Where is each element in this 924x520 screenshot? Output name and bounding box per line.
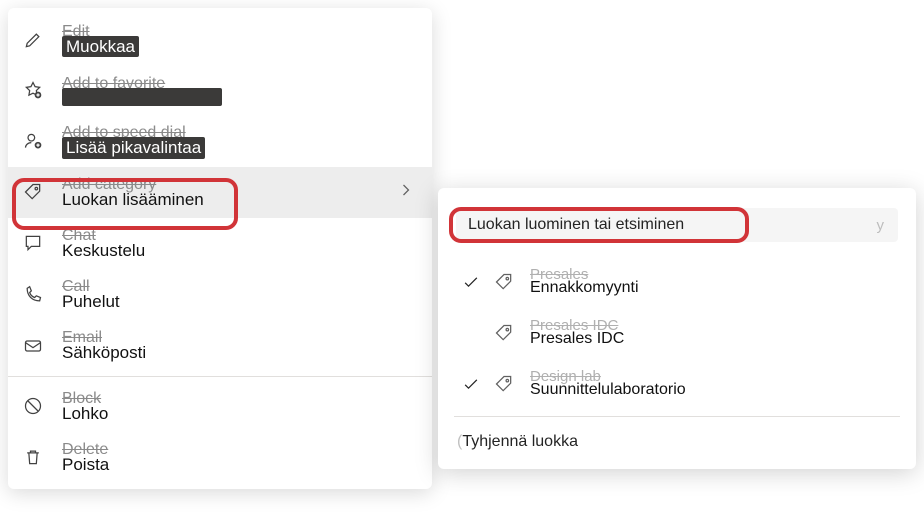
- menu-item-email[interactable]: Email Sähköposti: [8, 320, 432, 371]
- menu-label-translated: Luokan lisääminen: [62, 189, 204, 210]
- category-translated: Ennakkomyynti: [530, 278, 639, 297]
- checkmark-icon: [460, 272, 482, 292]
- menu-label-translated: Puhelut: [62, 291, 120, 312]
- category-submenu: Luokan luominen tai etsiminen y Presales…: [438, 188, 916, 469]
- menu-label-translated: Lohko: [62, 403, 108, 424]
- phone-icon: [22, 284, 44, 306]
- menu-item-edit[interactable]: Edit Muokkaa: [8, 14, 432, 65]
- category-translated: Suunnittelulaboratorio: [530, 380, 686, 399]
- menu-item-add-category[interactable]: Add category Luokan lisääminen: [8, 167, 432, 218]
- search-row: Luokan luominen tai etsiminen y: [438, 198, 916, 256]
- menu-label-translated: Keskustelu: [62, 240, 145, 261]
- chevron-right-icon: [396, 180, 416, 204]
- block-icon: [22, 395, 44, 417]
- clear-label: Tyhjennä luokka: [462, 433, 578, 450]
- tag-icon: [494, 323, 516, 343]
- mail-icon: [22, 335, 44, 357]
- menu-label-translated: Poista: [62, 454, 109, 475]
- menu-label-translated: [62, 88, 222, 106]
- menu-item-call[interactable]: Call Puhelut: [8, 269, 432, 320]
- menu-item-speed-dial[interactable]: Add to speed dial Lisää pikavalintaa: [8, 115, 432, 166]
- category-translated: Presales IDC: [530, 329, 624, 348]
- menu-item-delete[interactable]: Delete Poista: [8, 432, 432, 483]
- submenu-divider: [454, 416, 900, 417]
- clear-category-button[interactable]: (Tyhjennä luokka: [438, 423, 916, 465]
- search-ghost-text: y: [877, 217, 885, 234]
- category-search-input[interactable]: Luokan luominen tai etsiminen y: [456, 208, 898, 242]
- chat-icon: [22, 232, 44, 254]
- menu-divider: [8, 376, 432, 377]
- menu-label-translated: Sähköposti: [62, 342, 146, 363]
- person-add-icon: [22, 130, 44, 152]
- menu-item-chat[interactable]: Chat Keskustelu: [8, 218, 432, 269]
- category-item-presales[interactable]: Presales Ennakkomyynti: [438, 256, 916, 307]
- trash-icon: [22, 446, 44, 468]
- search-placeholder: Luokan luominen tai etsiminen: [468, 216, 684, 233]
- menu-item-block[interactable]: Block Lohko: [8, 381, 432, 432]
- category-item-design-lab[interactable]: Design lab Suunnittelulaboratorio: [438, 358, 916, 409]
- menu-label-translated: Muokkaa: [62, 36, 139, 57]
- context-menu: Edit Muokkaa Add to favorite Add to spee…: [8, 8, 432, 489]
- menu-item-favorite[interactable]: Add to favorite: [8, 65, 432, 115]
- tag-icon: [494, 374, 516, 394]
- tag-icon: [22, 181, 44, 203]
- menu-label-translated: Lisää pikavalintaa: [62, 137, 205, 158]
- tag-icon: [494, 272, 516, 292]
- checkmark-icon: [460, 374, 482, 394]
- category-item-presales-idc[interactable]: Presales IDC Presales IDC: [438, 307, 916, 358]
- star-add-icon: [22, 79, 44, 101]
- edit-icon: [22, 29, 44, 51]
